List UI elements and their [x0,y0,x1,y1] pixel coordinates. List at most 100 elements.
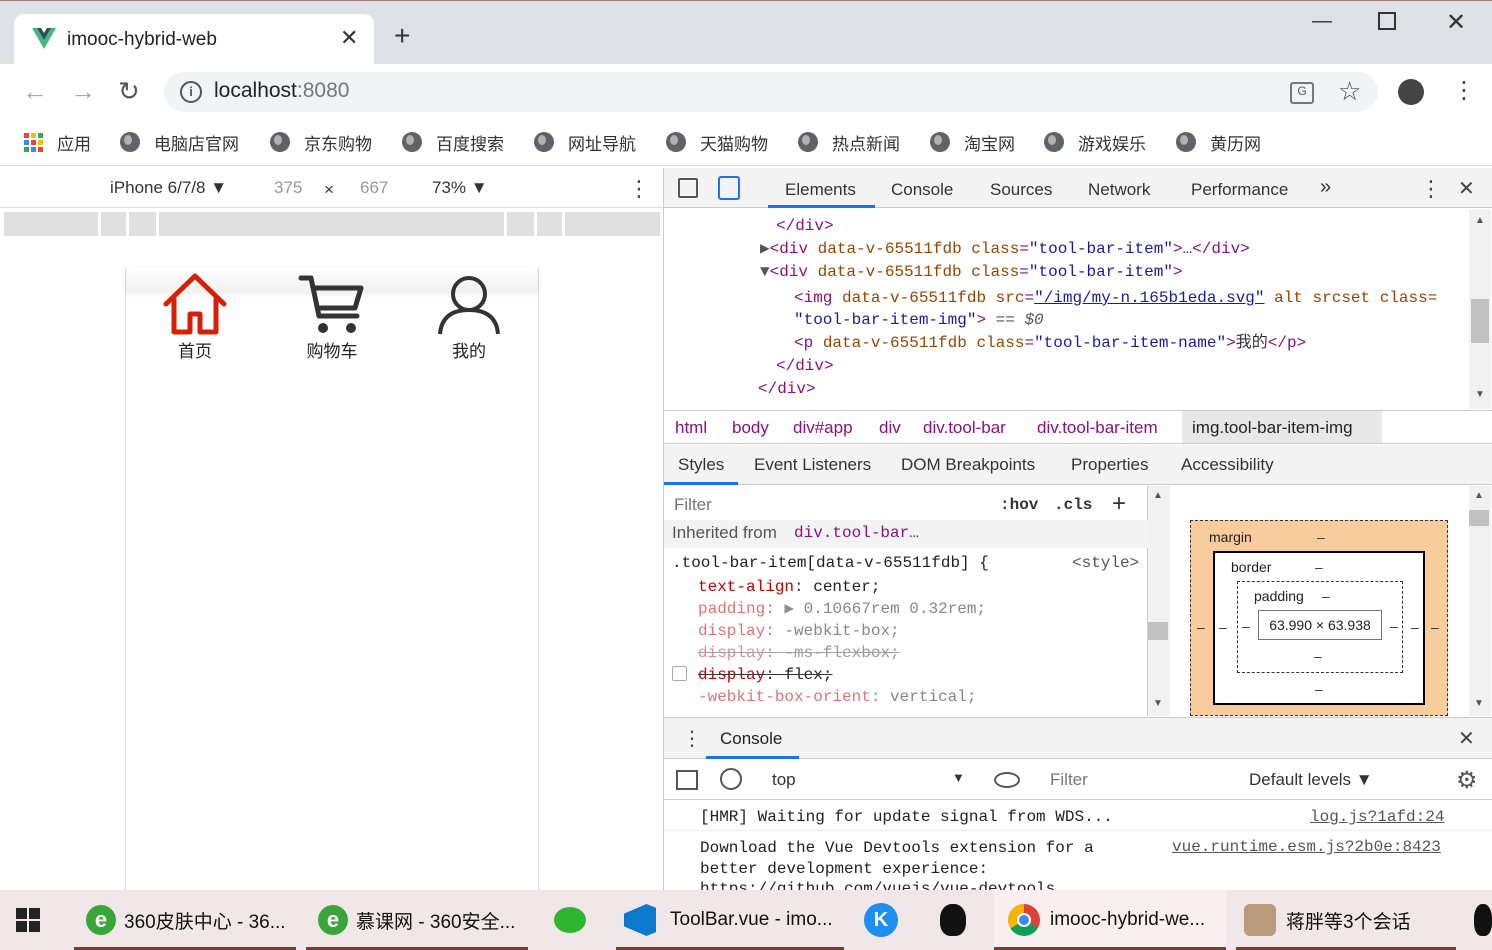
taskbar-item[interactable]: K [858,890,908,950]
context-dropdown-icon[interactable]: ▼ [952,770,965,785]
taskbar-item[interactable]: ToolBar.vue - imo... [616,890,844,950]
taskbar-item-active[interactable]: imooc-hybrid-we... [994,890,1226,950]
drawer-close-icon[interactable]: ✕ [1458,726,1475,751]
style-prop[interactable]: padding: ▶ 0.10667rem 0.32rem; [698,598,986,620]
clear-console-icon[interactable] [720,768,742,790]
crumb-app[interactable]: div#app [793,418,853,438]
message-source-link[interactable]: vue.runtime.esm.js?2b0e:8423 [1172,838,1441,856]
crumb-tool-bar[interactable]: div.tool-bar [923,418,1006,438]
bookmark-item[interactable]: 百度搜索 [402,128,504,156]
back-icon[interactable]: ← [22,76,48,107]
tab-console[interactable]: Console [891,180,953,200]
minimize-icon[interactable]: — [1312,10,1332,33]
bookmark-item[interactable]: 淘宝网 [930,128,1015,156]
tab-accessibility[interactable]: Accessibility [1181,455,1274,475]
maximize-icon[interactable] [1378,12,1396,30]
console-filter-input[interactable] [1042,766,1236,794]
bookmark-apps[interactable]: 应用 [24,128,91,156]
style-prop-overridden[interactable]: display: -ms-flexbox; [698,642,900,664]
bookmark-item[interactable]: 黄历网 [1176,128,1261,156]
device-more-icon[interactable]: ⋮ [628,176,650,202]
taskbar-item[interactable] [930,890,980,950]
crumb-html[interactable]: html [675,418,707,438]
tab-event-listeners[interactable]: Event Listeners [754,455,871,475]
tool-bar-item-cart[interactable]: 购物车 [287,272,377,362]
taskbar-item[interactable]: 蒋胖等3个会话 [1236,890,1456,950]
dom-line[interactable]: </div> [776,355,834,378]
context-select[interactable]: top [772,770,796,790]
hov-toggle[interactable]: :hov [1000,496,1038,514]
tab-performance[interactable]: Performance [1191,180,1288,200]
new-tab-icon[interactable]: + [394,22,410,50]
tab-close-icon[interactable]: ✕ [340,25,358,51]
forward-icon[interactable]: → [70,76,96,107]
taskbar-item[interactable]: e 360皮肤中心 - 36... [74,890,296,950]
style-prop[interactable]: text-align: center; [698,576,880,598]
cls-toggle[interactable]: .cls [1054,496,1092,514]
device-select[interactable]: iPhone 6/7/8 ▼ [110,178,227,198]
eye-icon[interactable] [994,772,1020,788]
bookmark-star-icon[interactable]: ☆ [1338,76,1361,107]
sidebar-toggle-icon[interactable] [676,770,698,790]
border-box[interactable]: border – – – – padding – – – – 63.990 × … [1213,551,1425,705]
tab-dom-breakpoints[interactable]: DOM Breakpoints [901,455,1035,475]
content-box[interactable]: 63.990 × 63.938 [1258,610,1382,640]
dom-line[interactable]: ▶<div data-v-65511fdb class="tool-bar-it… [760,238,1250,261]
browser-tab[interactable]: imooc-hybrid-web ✕ [14,14,374,64]
drawer-menu-icon[interactable]: ⋮ [682,726,702,751]
crumb-body[interactable]: body [732,418,769,438]
log-levels-select[interactable]: Default levels ▼ [1249,770,1373,790]
browser-menu-icon[interactable]: ⋮ [1452,76,1476,105]
translate-icon[interactable]: G [1290,82,1314,104]
message-source-link[interactable]: log.js?1afd:24 [1310,808,1444,826]
url-text[interactable]: localhost:8080 [214,79,349,103]
bookmark-item[interactable]: 电脑店官网 [120,128,239,156]
devtools-close-icon[interactable]: ✕ [1458,176,1475,201]
media-query-ruler[interactable] [4,212,660,236]
dom-line[interactable]: </div> [776,215,834,238]
bookmark-item[interactable]: 网址导航 [534,128,636,156]
dom-line[interactable]: ▼<div data-v-65511fdb class="tool-bar-it… [760,261,1183,284]
style-prop[interactable]: -webkit-box-orient: vertical; [698,686,976,708]
device-toggle-icon[interactable] [718,176,740,200]
style-prop[interactable]: display: -webkit-box; [698,620,900,642]
window-close-icon[interactable]: ✕ [1446,8,1466,37]
dom-line-selected[interactable]: <img data-v-65511fdb src="/img/my-n.165b… [794,287,1437,310]
new-style-rule-icon[interactable]: + [1112,490,1126,518]
padding-box[interactable]: padding – – – – 63.990 × 63.938 [1237,581,1403,673]
tab-elements[interactable]: Elements [785,180,856,200]
crumb-div[interactable]: div [879,418,901,438]
reload-icon[interactable]: ↻ [118,76,140,107]
console-settings-icon[interactable]: ⚙ [1456,766,1478,795]
tab-sources[interactable]: Sources [990,180,1052,200]
bookmark-item[interactable]: 京东购物 [270,128,372,156]
inherited-link[interactable]: div.tool-bar… [794,524,919,542]
crumb-img[interactable]: img.tool-bar-item-img [1192,418,1353,438]
taskbar-item[interactable]: e 慕课网 - 360安全... [306,890,528,950]
inspect-element-icon[interactable] [678,178,698,198]
elements-scrollbar[interactable]: ▲ ▼ [1469,209,1491,409]
tool-bar-item-home[interactable]: 首页 [150,272,240,362]
drawer-tab-console[interactable]: Console [720,729,782,749]
info-icon[interactable]: i [180,81,202,103]
bookmark-item[interactable]: 游戏娱乐 [1044,128,1146,156]
rule-source[interactable]: <style> [1072,552,1139,574]
styles-filter-input[interactable] [668,490,982,520]
device-height-input[interactable]: 667 [360,178,388,198]
devtools-menu-icon[interactable]: ⋮ [1420,176,1442,202]
tool-bar-item-mine[interactable]: 我的 [424,272,514,362]
tab-network[interactable]: Network [1088,180,1150,200]
taskbar-item[interactable] [1470,890,1492,950]
dom-line[interactable]: <p data-v-65511fdb class="tool-bar-item-… [794,332,1306,355]
windows-start-icon[interactable] [16,908,40,932]
dom-line[interactable]: </div> [758,378,816,401]
bookmark-item[interactable]: 天猫购物 [666,128,768,156]
margin-box[interactable]: margin – – – border – – – – padding – – … [1190,520,1448,716]
profile-avatar-icon[interactable] [1398,79,1424,105]
boxmodel-scrollbar[interactable]: ▲ ▼ [1469,486,1491,716]
styles-scrollbar[interactable]: ▲ ▼ [1148,486,1170,716]
prop-checkbox[interactable] [672,666,687,681]
tab-styles[interactable]: Styles [678,455,724,475]
zoom-select[interactable]: 73% ▼ [432,178,488,198]
crumb-tool-bar-item[interactable]: div.tool-bar-item [1037,418,1158,438]
